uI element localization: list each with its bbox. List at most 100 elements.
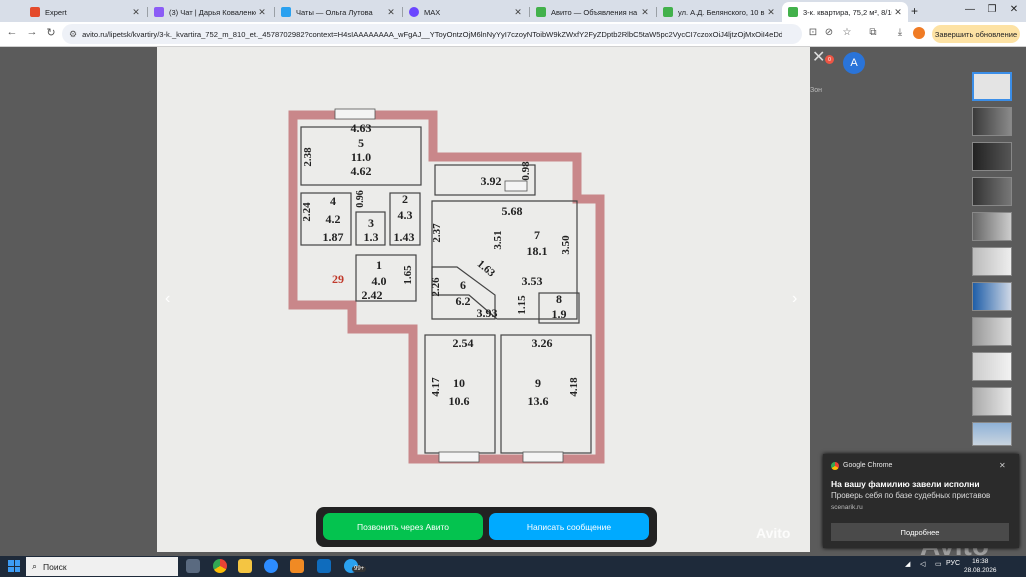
file-explorer-icon[interactable] (238, 559, 252, 573)
new-tab-icon[interactable]: + (911, 4, 918, 18)
notification-body: Проверь себя по базе судебных приставов (831, 491, 991, 500)
tab-chat-darya[interactable]: (3) Чат | Дарья Коваленко | М ✕ (148, 2, 272, 22)
bookmark-star-icon[interactable]: ☆ (840, 27, 854, 38)
back-icon[interactable]: ← (4, 26, 20, 38)
task-view-icon[interactable] (186, 559, 200, 573)
outlook-icon[interactable] (317, 559, 331, 573)
tab-max[interactable]: MAX ✕ (403, 2, 528, 22)
thumbnail-photo[interactable] (972, 212, 1012, 241)
dim-label: 4.62 (351, 164, 372, 178)
battery-icon[interactable]: ▭ (935, 560, 942, 568)
close-tab-icon[interactable]: ✕ (256, 7, 268, 18)
room-area: 1.3 (364, 230, 379, 244)
dim-label: 3.26 (532, 336, 553, 350)
close-tab-icon[interactable]: ✕ (892, 7, 904, 18)
volume-icon[interactable]: ◁ (920, 560, 925, 568)
tab-expert[interactable]: Expert ✕ (24, 2, 146, 22)
room-area: 18.1 (527, 244, 548, 258)
side-text: Зон (810, 87, 822, 94)
thumbnail-photo[interactable] (972, 247, 1012, 276)
dim-label: 2.38 (302, 147, 314, 167)
address-bar[interactable]: ⚙ avito.ru/lipetsk/kvartiry/3-k._kvartir… (62, 24, 802, 44)
eye-off-icon[interactable]: ⊘ (822, 27, 836, 38)
extensions-icon[interactable]: ⧉ (866, 27, 880, 38)
dim-label: 5.68 (502, 204, 523, 218)
tab-title: (3) Чат | Дарья Коваленко | М (169, 7, 256, 17)
close-tab-icon[interactable]: ✕ (765, 7, 777, 18)
thumbnail-photo[interactable] (972, 352, 1012, 381)
user-avatar[interactable]: А (843, 52, 865, 74)
thumbnail-floorplan[interactable] (972, 72, 1012, 101)
clock-date: 28.08.2026 (964, 567, 997, 574)
room-number: 8 (556, 292, 562, 306)
tab-title: ул. А.Д. Белянского, 10 в Лип (678, 7, 765, 17)
profile-avatar-icon[interactable] (913, 27, 925, 39)
thumbnail-photo[interactable] (972, 107, 1012, 136)
dim-label: 1.87 (323, 230, 344, 244)
next-image-icon[interactable]: › (792, 290, 797, 308)
call-via-avito-button[interactable]: Позвонить через Авито (323, 513, 483, 540)
prev-image-icon[interactable]: ‹ (165, 290, 170, 308)
chrome-taskbar-icon[interactable] (213, 559, 227, 573)
network-icon[interactable]: ◢ (905, 560, 910, 568)
restore-icon[interactable]: ❐ (982, 4, 1002, 15)
download-icon[interactable]: ⤓ (893, 27, 907, 38)
thumbnail-photo[interactable] (972, 317, 1012, 346)
finish-update-button[interactable]: Завершить обновление (932, 25, 1020, 43)
close-tab-icon[interactable]: ✕ (130, 7, 142, 18)
tab-belyanskogo[interactable]: ул. А.Д. Белянского, 10 в Лип ✕ (657, 2, 781, 22)
room-area: 1.9 (552, 307, 567, 321)
close-tab-icon[interactable]: ✕ (385, 7, 397, 18)
write-message-button[interactable]: Написать сообщение (489, 513, 649, 540)
room-number: 3 (368, 216, 374, 230)
search-icon: ⌕ (32, 561, 38, 571)
clock[interactable]: 16:38 28.08.2026 (964, 557, 997, 575)
close-window-icon[interactable]: ✕ (1004, 4, 1024, 15)
thumbnail-photo[interactable] (972, 142, 1012, 171)
tab-avito-ads[interactable]: Авито — Объявления на сайт ✕ (530, 2, 655, 22)
close-tab-icon[interactable]: ✕ (512, 7, 524, 18)
site-info-icon[interactable]: ⚙ (69, 29, 77, 40)
forward-icon[interactable]: → (24, 26, 40, 38)
room-number: 1 (376, 258, 382, 272)
thumbnail-photo[interactable] (972, 177, 1012, 206)
tab-title: Чаты — Ольга Лутова (296, 7, 373, 17)
room-number: 10 (453, 376, 465, 390)
windows-taskbar: ⌕ Поиск 99+ ◢ ◁ ▭ РУС 16:38 28.08.2026 (0, 556, 1026, 577)
notification-badge: 0 (825, 55, 834, 64)
thumbnail-photo[interactable] (972, 422, 1012, 446)
app-icon[interactable] (290, 559, 304, 573)
avito-favicon-icon (663, 7, 673, 17)
tab-apartment-active[interactable]: 3-к. квартира, 75,2 м², 8/10 эт ✕ (782, 2, 908, 22)
dim-label: 3.92 (481, 174, 502, 188)
room-number: 2 (402, 192, 408, 206)
dim-label: 3.53 (522, 274, 543, 288)
notification-source: scenarik.ru (831, 504, 863, 511)
avito-watermark: Avito (756, 525, 791, 541)
expert-favicon-icon (30, 7, 40, 17)
minimize-icon[interactable]: — (960, 4, 980, 15)
reload-icon[interactable]: ↻ (43, 26, 59, 39)
tab-chats-olga[interactable]: Чаты — Ольга Лутова ✕ (275, 2, 401, 22)
dim-label: 3.50 (560, 235, 572, 255)
tab-strip: Expert ✕ (3) Чат | Дарья Коваленко | М ✕… (0, 0, 1026, 22)
close-notification-icon[interactable]: ✕ (999, 461, 1006, 470)
close-viewer-icon[interactable]: ✕ (812, 47, 825, 67)
avito-favicon-icon (788, 7, 798, 17)
thumbnail-photo[interactable] (972, 282, 1012, 311)
dim-label: 4.18 (568, 377, 580, 397)
close-tab-icon[interactable]: ✕ (639, 7, 651, 18)
notification-app: Google Chrome (843, 462, 893, 469)
room-area: 4.0 (372, 274, 387, 288)
language-indicator[interactable]: РУС (946, 560, 960, 567)
windows-start-icon[interactable] (8, 560, 20, 572)
thumbnail-photo[interactable] (972, 387, 1012, 416)
zoom-icon[interactable] (264, 559, 278, 573)
dim-label: 1.43 (394, 230, 415, 244)
more-details-button[interactable]: Подробнее (831, 523, 1009, 541)
lens-icon[interactable]: ⊡ (806, 27, 820, 38)
chrome-notification[interactable]: Google Chrome ✕ На вашу фамилию завели и… (823, 454, 1019, 548)
dim-label: 1.15 (516, 295, 528, 315)
dim-label: 2.24 (301, 202, 313, 222)
taskbar-search[interactable]: ⌕ Поиск (26, 557, 178, 576)
